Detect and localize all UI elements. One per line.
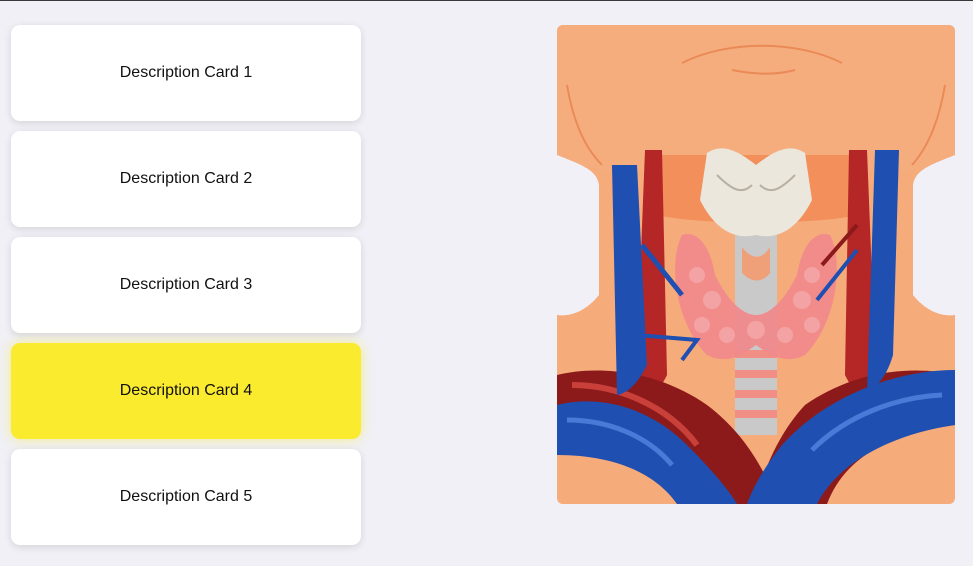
description-card-3[interactable]: Description Card 3 bbox=[11, 237, 361, 333]
description-card-list: Description Card 1 Description Card 2 De… bbox=[11, 25, 361, 555]
description-card-label: Description Card 3 bbox=[119, 276, 253, 293]
neck-thyroid-illustration bbox=[557, 25, 955, 504]
description-card-2[interactable]: Description Card 2 bbox=[11, 131, 361, 227]
description-card-label: Description Card 2 bbox=[119, 170, 253, 187]
description-card-1[interactable]: Description Card 1 bbox=[11, 25, 361, 121]
description-card-label: Description Card 4 bbox=[119, 382, 253, 399]
description-card-label: Description Card 1 bbox=[119, 64, 253, 81]
description-card-label: Description Card 5 bbox=[119, 488, 253, 505]
neck-thyroid-anatomy-icon bbox=[557, 25, 955, 504]
description-card-5[interactable]: Description Card 5 bbox=[11, 449, 361, 545]
description-card-4[interactable]: Description Card 4 bbox=[11, 343, 361, 439]
top-border bbox=[0, 0, 973, 1]
